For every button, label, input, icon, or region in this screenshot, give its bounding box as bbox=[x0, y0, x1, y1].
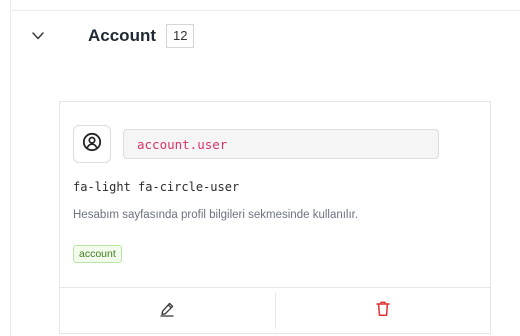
icon-list-panel: Account 12 account.user fa-light fa-circ… bbox=[0, 0, 520, 336]
trash-icon bbox=[375, 300, 391, 322]
icon-description: Hesabım sayfasında profil bilgileri sekm… bbox=[73, 209, 359, 221]
card-actions bbox=[60, 287, 490, 334]
icon-card: account.user fa-light fa-circle-user Hes… bbox=[59, 101, 491, 334]
panel-left-border bbox=[10, 0, 11, 336]
icon-preview bbox=[73, 125, 111, 163]
edit-button[interactable] bbox=[60, 288, 275, 334]
icon-key-text: account.user bbox=[137, 136, 228, 152]
chevron-down-icon[interactable] bbox=[30, 28, 46, 44]
panel-top-border bbox=[10, 10, 520, 11]
icon-key-field[interactable]: account.user bbox=[123, 129, 439, 159]
group-title: Account bbox=[88, 26, 156, 45]
delete-button[interactable] bbox=[276, 288, 491, 334]
pen-icon bbox=[159, 301, 175, 322]
circle-user-icon bbox=[82, 132, 102, 157]
tag-account: account bbox=[73, 245, 122, 263]
icon-class-name: fa-light fa-circle-user bbox=[73, 180, 240, 194]
group-count-badge: 12 bbox=[166, 24, 195, 48]
icon-card-body: account.user fa-light fa-circle-user Hes… bbox=[60, 102, 490, 287]
group-header-account[interactable]: Account 12 bbox=[30, 22, 195, 50]
